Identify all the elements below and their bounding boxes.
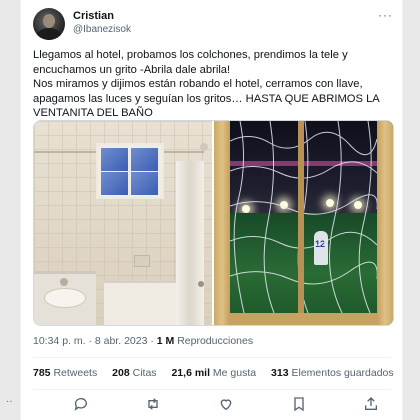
quotes-stat[interactable]: 208 Citas (112, 367, 156, 379)
tweet-text: Llegamos al hotel, probamos los colchone… (33, 49, 380, 119)
action-bar (33, 396, 391, 414)
avatar[interactable] (33, 8, 65, 40)
tweet-media[interactable]: 12 (33, 120, 394, 326)
tweet-meta: 10:34 p. m. · 8 abr. 2023 · 1 M Reproduc… (33, 335, 254, 347)
divider (33, 357, 391, 358)
tweet-card: Cristian @Ibanezisok ··· Llegamos al hot… (20, 0, 403, 420)
bookmarks-stat[interactable]: 313 Elementos guardados (271, 367, 394, 379)
share-icon[interactable] (363, 396, 381, 414)
bathroom-photo[interactable] (34, 121, 212, 325)
bookmark-icon[interactable] (291, 396, 309, 414)
bathroom-window (96, 143, 164, 199)
stadium-photo[interactable]: 12 (214, 121, 393, 325)
tweet-stats: 785 Retweets 208 Citas 21,6 mil Me gusta… (33, 367, 406, 379)
like-icon[interactable] (218, 396, 236, 414)
views-label: Reproducciones (177, 335, 254, 347)
retweets-stat[interactable]: 785 Retweets (33, 367, 97, 379)
retweet-icon[interactable] (145, 396, 163, 414)
more-options-button[interactable]: ··· (378, 8, 393, 22)
tweet-header: Cristian @Ibanezisok ··· (33, 6, 393, 42)
likes-stat[interactable]: 21,6 mil Me gusta (171, 367, 256, 379)
reply-icon[interactable] (73, 396, 91, 414)
divider (33, 389, 391, 390)
author-name[interactable]: Cristian (73, 10, 114, 22)
views-count: 1 M (156, 335, 175, 347)
author-handle[interactable]: @Ibanezisok (73, 24, 131, 35)
tweet-date[interactable]: 8 abr. 2023 (95, 335, 148, 347)
page-edge-dots: ·· (6, 396, 13, 407)
tweet-time[interactable]: 10:34 p. m. (33, 335, 86, 347)
